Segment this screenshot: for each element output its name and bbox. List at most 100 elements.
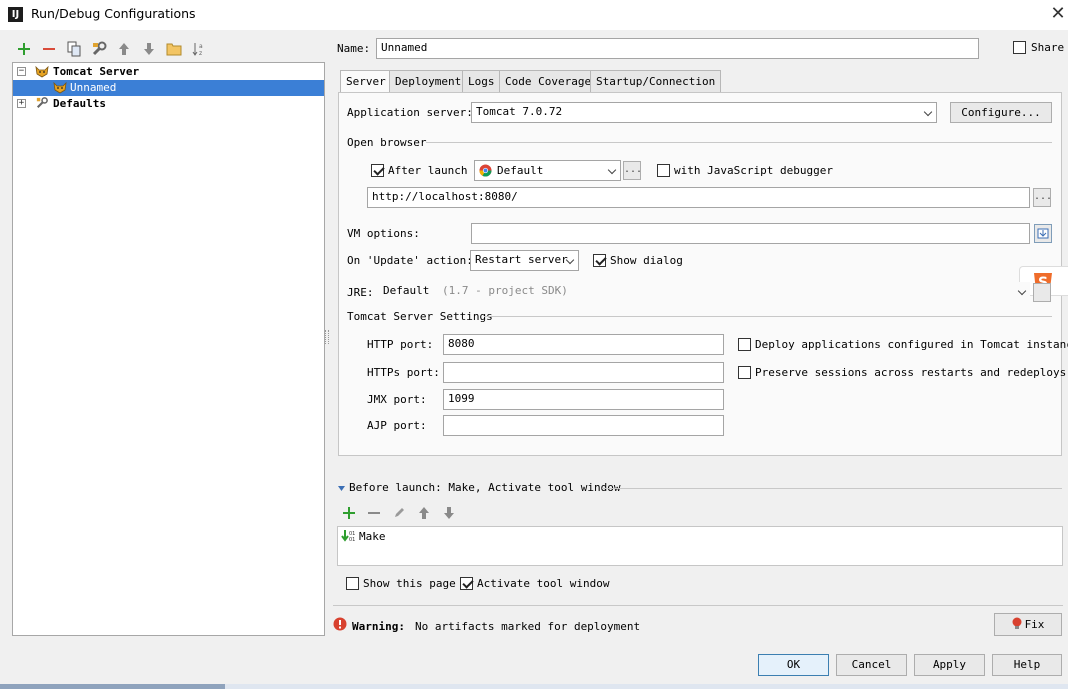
- open-browser-label: Open browser: [347, 136, 427, 149]
- show-page-checkbox[interactable]: [346, 577, 359, 590]
- ajp-port-label: AJP port:: [367, 419, 427, 432]
- tab-code-coverage[interactable]: Code Coverage: [499, 70, 598, 93]
- after-launch-checkbox[interactable]: [371, 164, 384, 177]
- wrench-icon: [36, 97, 48, 109]
- app-server-select[interactable]: Tomcat 7.0.72: [471, 102, 937, 123]
- https-port-input[interactable]: [443, 362, 724, 383]
- share-checkbox[interactable]: [1013, 41, 1026, 54]
- svg-text:01: 01: [349, 537, 355, 543]
- make-label: Make: [359, 530, 386, 543]
- tree-item-label: Tomcat Server: [53, 65, 140, 78]
- wrench-icon[interactable]: [90, 40, 108, 58]
- bottom-edge-accent: [0, 684, 225, 689]
- arrow-up-icon[interactable]: [115, 40, 133, 58]
- help-button[interactable]: Help: [992, 654, 1062, 676]
- activate-tool-window-checkbox[interactable]: [460, 577, 473, 590]
- before-launch-list: 01 01 Make: [337, 526, 1063, 566]
- jre-select[interactable]: Default (1.7 - project SDK): [377, 282, 1030, 303]
- tree-item-label: Unnamed: [70, 81, 117, 94]
- close-icon[interactable]: ✕: [1048, 3, 1068, 25]
- browser-value: Default: [497, 164, 544, 177]
- divider: [484, 316, 1052, 317]
- divider: [602, 488, 1062, 489]
- deploy-apps-checkbox[interactable]: [738, 338, 751, 351]
- share-label: Share: [1031, 41, 1065, 54]
- minus-icon[interactable]: [366, 505, 382, 521]
- expand-toggle[interactable]: +: [17, 99, 26, 108]
- svg-text:z: z: [199, 50, 202, 57]
- divider: [426, 142, 1052, 143]
- url-input[interactable]: http://localhost:8080/: [367, 187, 1030, 208]
- tomcat-icon: [35, 66, 49, 78]
- window-title: Run/Debug Configurations: [31, 6, 196, 21]
- show-dialog-label: Show dialog: [610, 254, 683, 267]
- fix-label: Fix: [1024, 618, 1045, 631]
- preserve-sessions-label: Preserve sessions across restarts and re…: [755, 366, 1067, 379]
- js-debugger-checkbox[interactable]: [657, 164, 670, 177]
- jmx-port-input[interactable]: 1099: [443, 389, 724, 410]
- vm-options-label: VM options:: [347, 227, 420, 240]
- ajp-port-input[interactable]: [443, 415, 724, 436]
- collapse-triangle-icon[interactable]: [337, 484, 346, 493]
- tree-item-tomcat-server[interactable]: − Tomcat Server: [13, 64, 324, 80]
- warning-message: No artifacts marked for deployment: [415, 620, 641, 633]
- list-item[interactable]: 01 01 Make: [338, 527, 1062, 545]
- minus-icon[interactable]: [40, 40, 58, 58]
- pencil-icon[interactable]: [391, 505, 407, 521]
- js-debugger-label: with JavaScript debugger: [674, 164, 833, 177]
- tree-item-unnamed[interactable]: Unnamed: [13, 80, 324, 96]
- app-server-label: Application server:: [347, 106, 473, 119]
- jre-value: Default: [383, 284, 430, 297]
- on-update-label: On 'Update' action:: [347, 254, 473, 267]
- chevron-down-icon: [923, 107, 933, 117]
- vm-options-input[interactable]: [471, 223, 1030, 244]
- divider: [333, 605, 1063, 606]
- arrow-down-icon[interactable]: [140, 40, 158, 58]
- browser-ellipsis-button[interactable]: ...: [623, 161, 642, 180]
- https-port-label: HTTPs port:: [367, 366, 440, 379]
- expand-vm-options-icon[interactable]: [1034, 224, 1052, 243]
- jre-hint: (1.7 - project SDK): [441, 284, 568, 297]
- tab-logs[interactable]: Logs: [462, 70, 501, 93]
- name-input[interactable]: Unnamed: [376, 38, 979, 59]
- tree-item-defaults[interactable]: + Defaults: [13, 96, 324, 112]
- intellij-logo-icon: IJ: [8, 7, 23, 22]
- configuration-tree: − Tomcat Server Unnamed + Defaults: [12, 62, 325, 636]
- on-update-select[interactable]: Restart server: [470, 250, 579, 271]
- configure-button[interactable]: Configure...: [950, 102, 1052, 123]
- jre-ellipsis-button[interactable]: [1033, 283, 1051, 302]
- svg-text:a: a: [199, 43, 203, 50]
- tomcat-settings-label: Tomcat Server Settings: [347, 310, 493, 323]
- sort-az-icon[interactable]: az: [190, 40, 208, 58]
- show-page-label: Show this page: [363, 577, 456, 590]
- activate-tool-window-label: Activate tool window: [477, 577, 610, 590]
- url-ellipsis-button[interactable]: ...: [1033, 188, 1052, 207]
- arrow-down-icon[interactable]: [441, 505, 457, 521]
- lightbulb-icon: [1012, 617, 1022, 629]
- arrow-up-icon[interactable]: [416, 505, 432, 521]
- http-port-input[interactable]: 8080: [443, 334, 724, 355]
- preserve-sessions-checkbox[interactable]: [738, 366, 751, 379]
- app-server-value: Tomcat 7.0.72: [476, 105, 563, 118]
- folder-icon[interactable]: [165, 40, 183, 58]
- fix-button[interactable]: Fix: [994, 613, 1062, 636]
- plus-icon[interactable]: [341, 505, 357, 521]
- chrome-icon: [479, 164, 492, 177]
- collapse-toggle[interactable]: −: [17, 67, 26, 76]
- cancel-button[interactable]: Cancel: [836, 654, 907, 676]
- plus-icon[interactable]: [15, 40, 33, 58]
- make-icon: 01 01: [341, 530, 355, 543]
- ok-button[interactable]: OK: [758, 654, 829, 676]
- browser-select[interactable]: Default: [474, 160, 621, 181]
- copy-icon[interactable]: [65, 40, 83, 58]
- apply-button[interactable]: Apply: [914, 654, 985, 676]
- chevron-down-icon: [607, 165, 617, 175]
- after-launch-label: After launch: [388, 164, 468, 177]
- jmx-port-label: JMX port:: [367, 393, 427, 406]
- tab-deployment[interactable]: Deployment: [389, 70, 468, 93]
- tab-server[interactable]: Server: [340, 70, 392, 94]
- tomcat-icon: [53, 82, 67, 94]
- tab-startup-connection[interactable]: Startup/Connection: [590, 70, 722, 93]
- show-dialog-checkbox[interactable]: [593, 254, 606, 267]
- splitter-handle[interactable]: [325, 330, 329, 344]
